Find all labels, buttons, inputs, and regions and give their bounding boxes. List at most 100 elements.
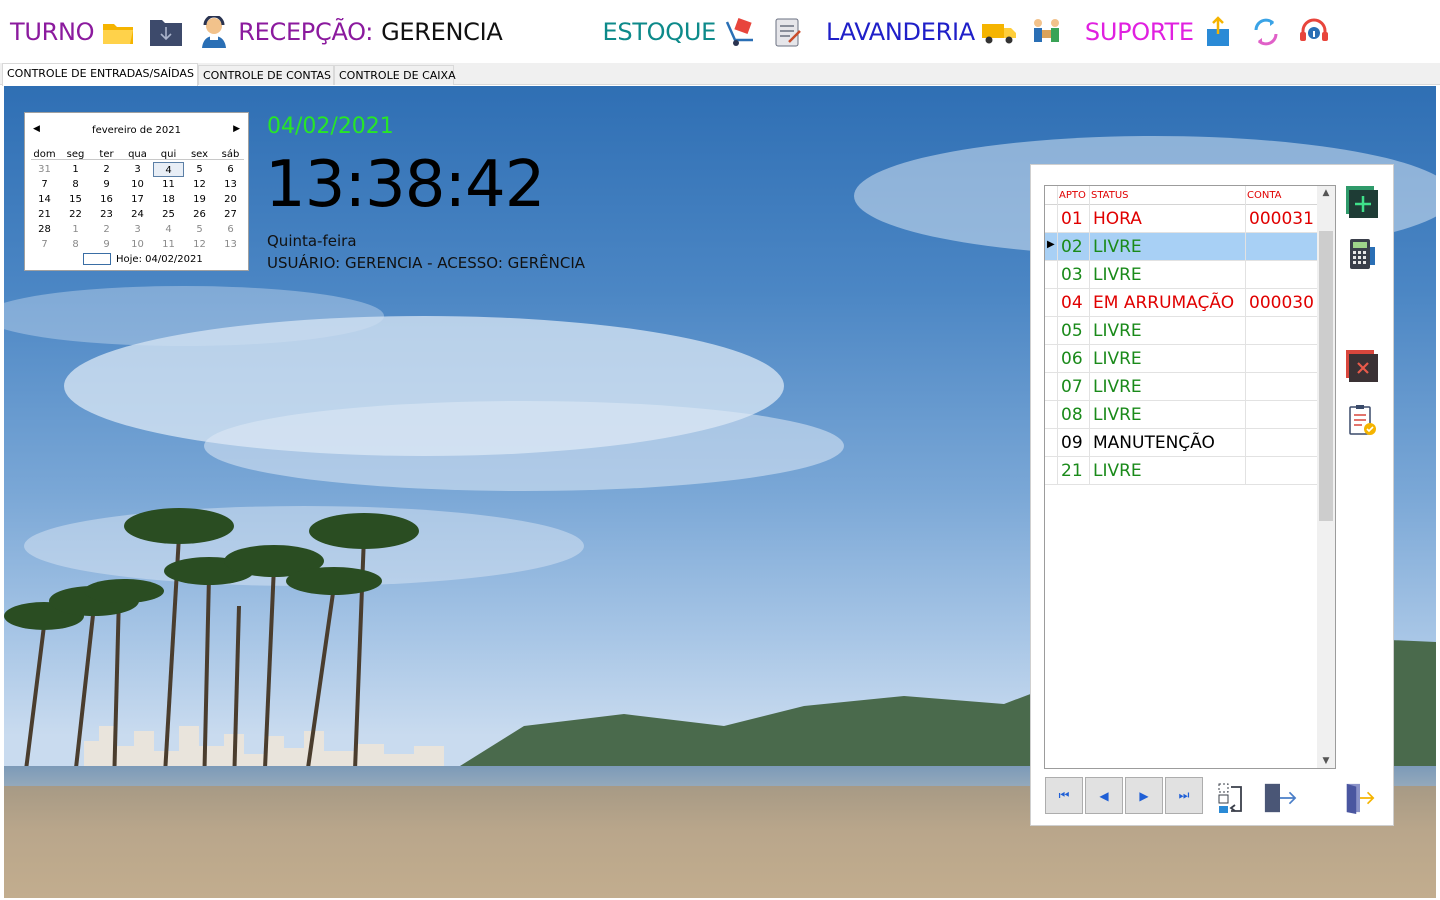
calendar-day[interactable]: 18	[153, 192, 184, 207]
room-row[interactable]: 05 LIVRE	[1045, 317, 1317, 345]
calendar-today-label[interactable]: Hoje: 04/02/2021	[116, 254, 203, 265]
calendar-day[interactable]: 1	[60, 222, 91, 237]
calendar-day[interactable]: 12	[184, 177, 215, 192]
delivery-truck-icon[interactable]	[981, 14, 1017, 50]
header-conta[interactable]: CONTA	[1247, 190, 1282, 201]
cancel-entry-icon[interactable]	[1345, 349, 1379, 383]
calendar-day[interactable]: 25	[153, 207, 184, 222]
nav-last-button[interactable]: ⏭	[1165, 777, 1203, 814]
sync-icon[interactable]	[1248, 14, 1284, 50]
calendar-day[interactable]: 11	[153, 237, 184, 252]
calendar-day[interactable]: 12	[184, 237, 215, 252]
calendar-day[interactable]: 16	[91, 192, 122, 207]
calendar-day[interactable]: 11	[153, 177, 184, 192]
room-status: LIVRE	[1093, 461, 1142, 481]
calendar-day[interactable]: 4	[153, 162, 184, 177]
scroll-down-icon[interactable]: ▼	[1317, 756, 1335, 766]
room-row[interactable]: 09 MANUTENÇÃO	[1045, 429, 1317, 457]
calendar-month-label[interactable]: fevereiro de 2021	[25, 125, 248, 136]
calendar-day[interactable]: 13	[215, 177, 246, 192]
header-status[interactable]: STATUS	[1091, 190, 1129, 201]
turno-label[interactable]: TURNO	[10, 18, 95, 46]
calendar-day[interactable]: 20	[215, 192, 246, 207]
calendar-day[interactable]: 6	[215, 162, 246, 177]
calculator-icon[interactable]	[1345, 237, 1379, 271]
calendar-day[interactable]: 2	[91, 222, 122, 237]
month-calendar[interactable]: ◀ fevereiro de 2021 ▶ dom seg ter qua qu…	[24, 112, 249, 271]
calendar-week-row: 21 22 23 24 25 26 27	[29, 207, 246, 222]
calendar-day[interactable]: 21	[29, 207, 60, 222]
suporte-label[interactable]: SUPORTE	[1085, 18, 1194, 46]
tab-controle-contas[interactable]: CONTROLE DE CONTAS	[198, 65, 334, 85]
current-time: 13:38:42	[265, 148, 545, 222]
calendar-day[interactable]: 2	[91, 162, 122, 177]
receptionist-icon[interactable]	[196, 14, 232, 50]
calendar-day[interactable]: 13	[215, 237, 246, 252]
tab-controle-caixa[interactable]: CONTROLE DE CAIXA	[334, 65, 456, 85]
room-row[interactable]: 07 LIVRE	[1045, 373, 1317, 401]
room-row[interactable]: 01 HORA 000031	[1045, 205, 1317, 233]
room-row[interactable]: 21 LIVRE	[1045, 457, 1317, 485]
room-row[interactable]: 08 LIVRE	[1045, 401, 1317, 429]
calendar-day[interactable]: 9	[91, 237, 122, 252]
calendar-day[interactable]: 10	[122, 237, 153, 252]
calendar-day[interactable]: 31	[29, 162, 60, 177]
calendar-day[interactable]: 14	[29, 192, 60, 207]
calendar-day[interactable]: 9	[91, 177, 122, 192]
calendar-day[interactable]: 5	[184, 222, 215, 237]
tab-controle-entradas-saidas[interactable]: CONTROLE DE ENTRADAS/SAÍDAS	[2, 63, 198, 86]
calendar-day[interactable]: 6	[215, 222, 246, 237]
calendar-day[interactable]: 22	[60, 207, 91, 222]
calendar-next-month-icon[interactable]: ▶	[233, 124, 240, 134]
scroll-up-icon[interactable]: ▲	[1317, 188, 1335, 198]
check-out-icon[interactable]	[1263, 781, 1297, 815]
room-row[interactable]: ▶ 02 LIVRE	[1045, 233, 1317, 261]
estoque-label[interactable]: ESTOQUE	[603, 18, 717, 46]
lavanderia-label[interactable]: LAVANDERIA	[826, 18, 975, 46]
calendar-day[interactable]: 3	[122, 222, 153, 237]
calendar-day[interactable]: 4	[153, 222, 184, 237]
header-apto[interactable]: APTO	[1059, 190, 1086, 201]
tab-strip: CONTROLE DE ENTRADAS/SAÍDAS CONTROLE DE …	[0, 63, 1440, 86]
support-headset-icon[interactable]	[1296, 14, 1332, 50]
inventory-checklist-icon[interactable]	[770, 14, 806, 50]
nav-first-button[interactable]: ⏮	[1045, 777, 1083, 814]
calendar-day[interactable]: 5	[184, 162, 215, 177]
recepcao-label[interactable]: RECEPÇÃO:	[238, 18, 373, 46]
add-entry-icon[interactable]	[1345, 185, 1379, 219]
report-check-icon[interactable]	[1345, 403, 1379, 437]
transfer-room-icon[interactable]	[1215, 781, 1249, 815]
delivery-people-icon[interactable]	[1029, 14, 1065, 50]
scroll-thumb[interactable]	[1319, 231, 1333, 521]
nav-prev-button[interactable]: ◀	[1085, 777, 1123, 814]
rooms-grid-scrollbar[interactable]: ▲ ▼	[1317, 186, 1335, 768]
exit-door-icon[interactable]	[1343, 781, 1377, 815]
nav-next-button[interactable]: ▶	[1125, 777, 1163, 814]
upload-box-icon[interactable]	[1200, 14, 1236, 50]
calendar-day[interactable]: 26	[184, 207, 215, 222]
calendar-day[interactable]: 10	[122, 177, 153, 192]
room-row[interactable]: 03 LIVRE	[1045, 261, 1317, 289]
calendar-day[interactable]: 28	[29, 222, 60, 237]
save-folder-icon[interactable]	[148, 14, 184, 50]
calendar-today-link[interactable]: Hoje: 04/02/2021	[83, 253, 203, 265]
room-row[interactable]: 06 LIVRE	[1045, 345, 1317, 373]
calendar-day[interactable]: 8	[60, 177, 91, 192]
calendar-day[interactable]: 3	[122, 162, 153, 177]
calendar-day[interactable]: 7	[29, 237, 60, 252]
calendar-day[interactable]: 17	[122, 192, 153, 207]
calendar-day[interactable]: 15	[60, 192, 91, 207]
room-row[interactable]: 04 EM ARRUMAÇÃO 000030	[1045, 289, 1317, 317]
open-folder-icon[interactable]	[100, 14, 136, 50]
calendar-day[interactable]: 7	[29, 177, 60, 192]
calendar-day[interactable]: 1	[60, 162, 91, 177]
calendar-day[interactable]: 27	[215, 207, 246, 222]
hand-truck-icon[interactable]	[722, 14, 758, 50]
nav-next-icon: ▶	[1139, 788, 1149, 803]
rooms-grid[interactable]: APTO STATUS CONTA 01 HORA 000031 ▶ 02 LIVRE 03…	[1044, 185, 1336, 769]
calendar-day[interactable]: 23	[91, 207, 122, 222]
calendar-day[interactable]: 8	[60, 237, 91, 252]
calendar-day[interactable]: 19	[184, 192, 215, 207]
calendar-day[interactable]: 24	[122, 207, 153, 222]
room-apto: 02	[1061, 237, 1083, 257]
